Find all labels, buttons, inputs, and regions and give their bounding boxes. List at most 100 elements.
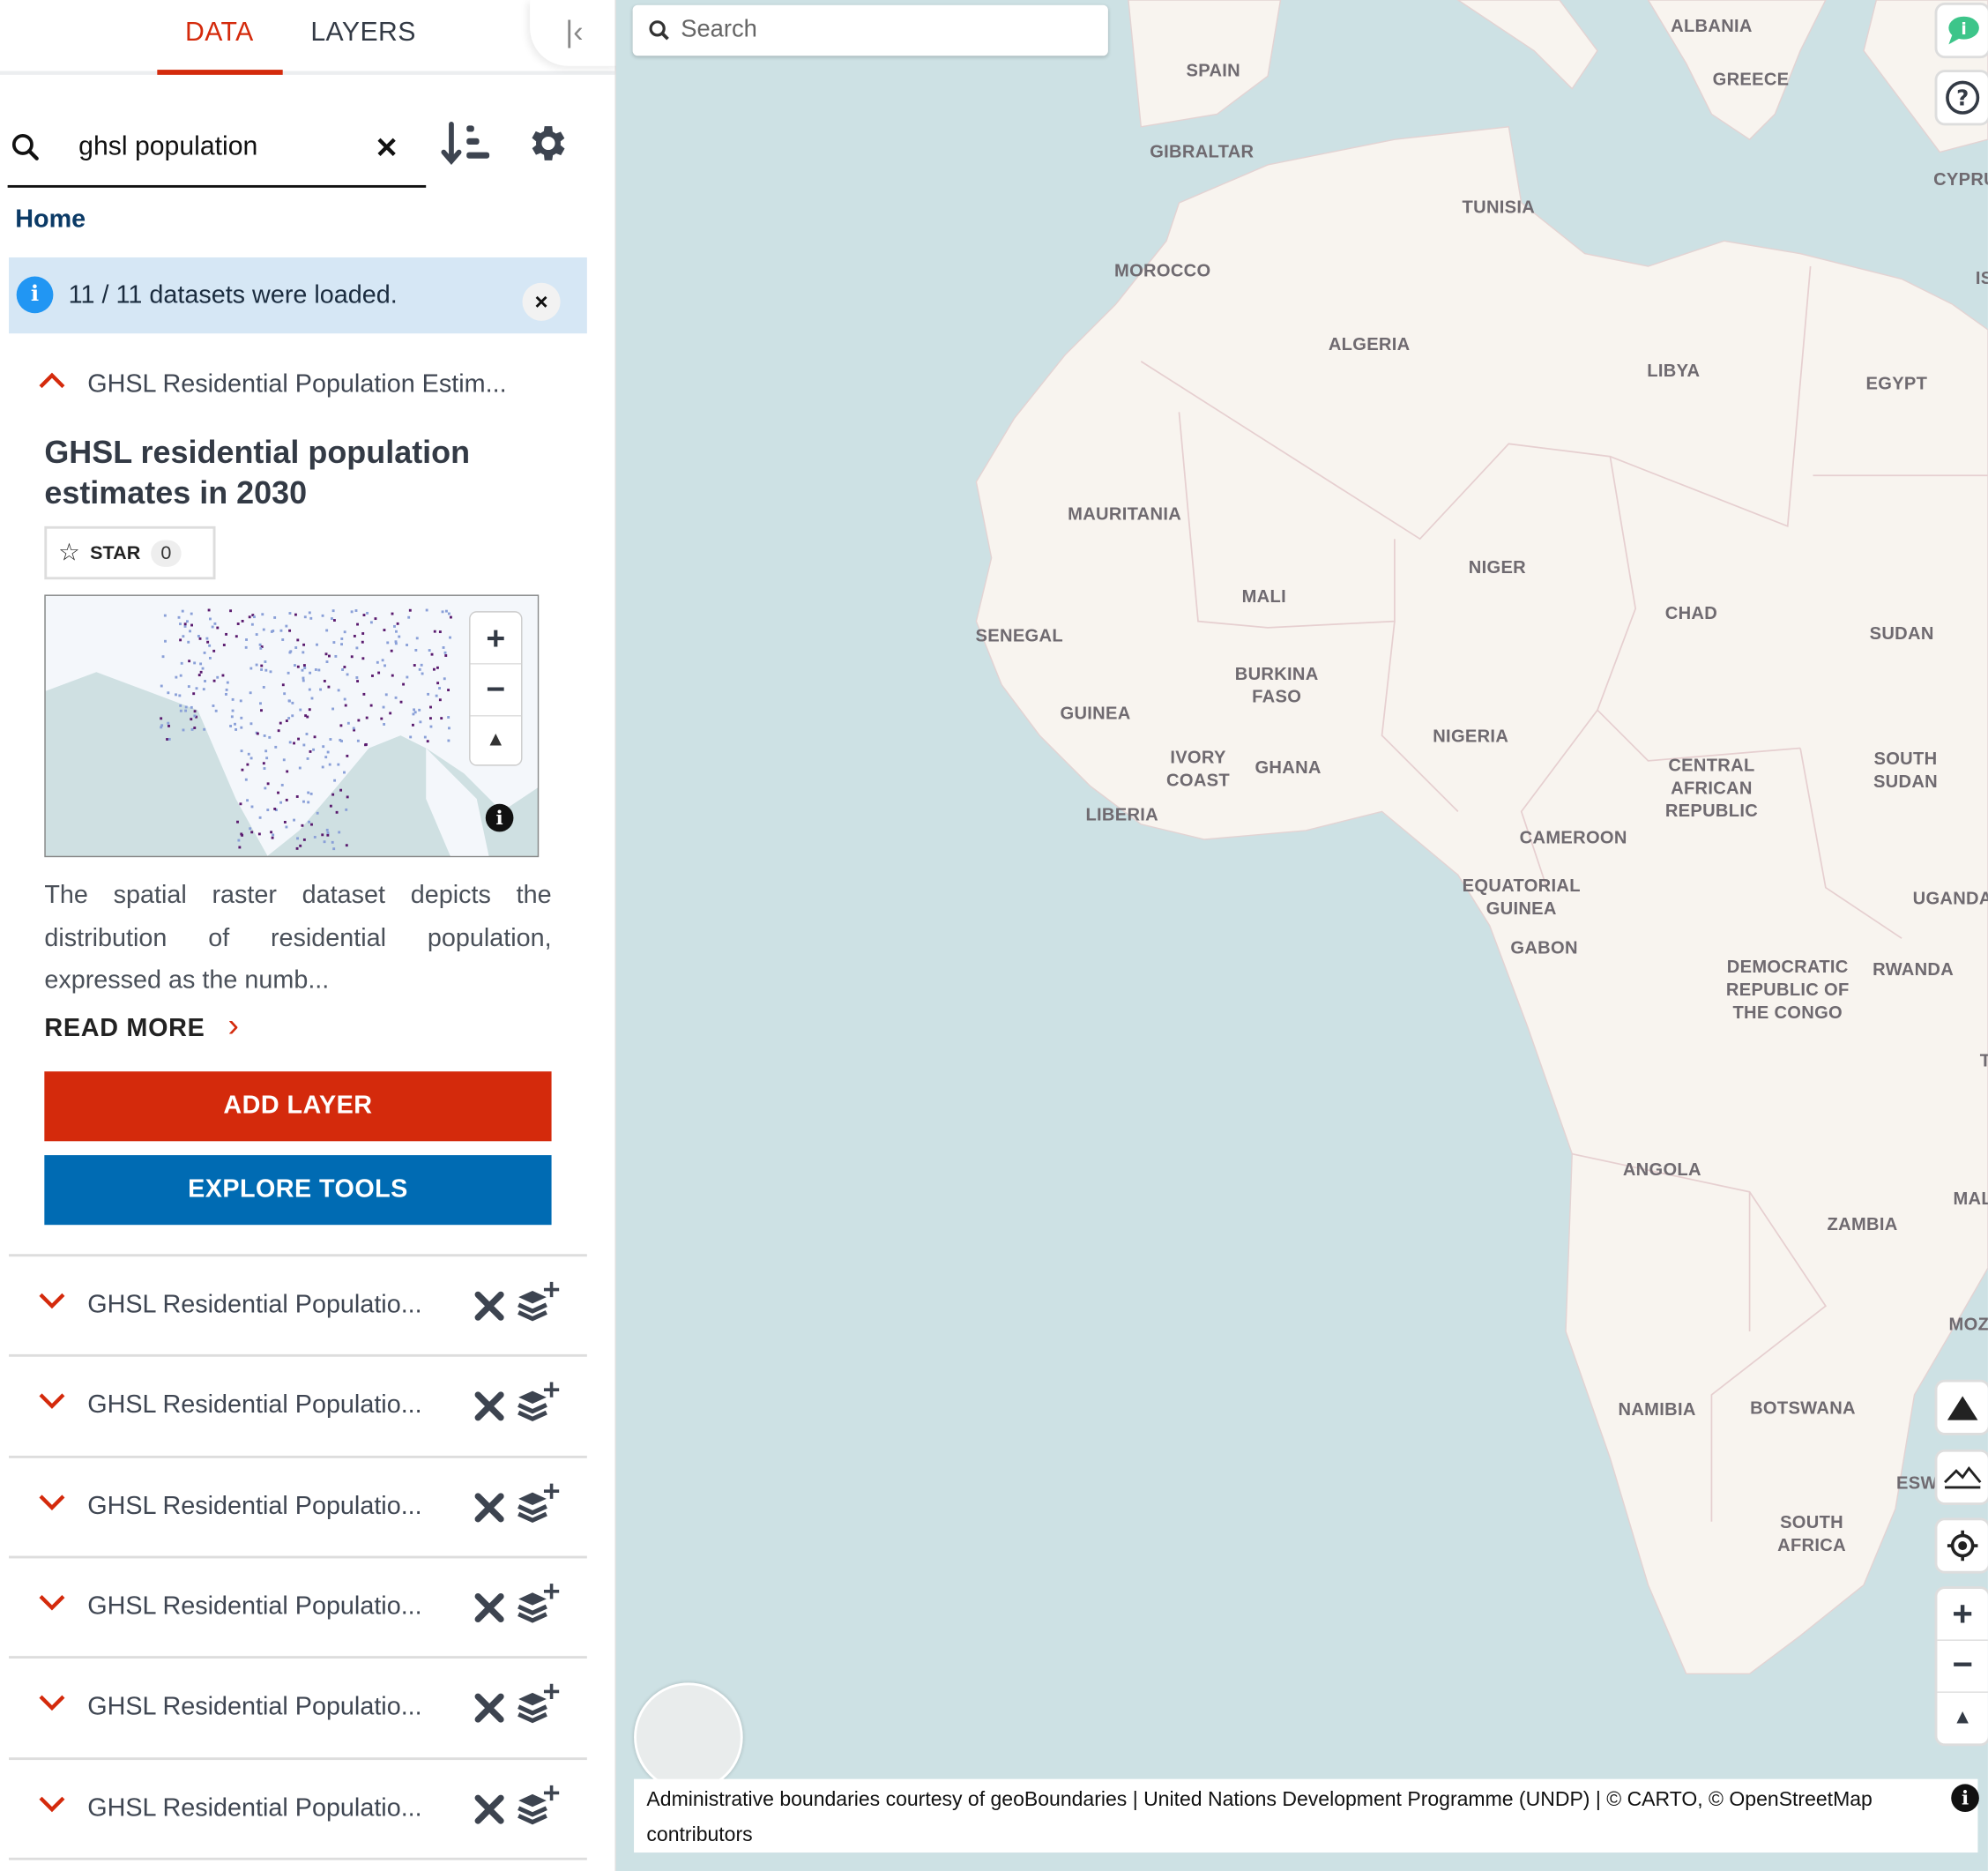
tools-icon[interactable] <box>473 1491 505 1524</box>
star-button[interactable]: ☆ STAR 0 <box>44 526 216 580</box>
dataset-label[interactable]: GHSL Residential Populatio... <box>87 1592 421 1621</box>
chevron-down-icon[interactable] <box>37 1591 68 1612</box>
population-pixel <box>184 705 188 709</box>
population-pixel <box>406 644 408 646</box>
3d-terrain-button[interactable] <box>1934 1449 1988 1506</box>
population-pixel <box>257 832 261 836</box>
dataset-description: The spatial raster dataset depicts the d… <box>44 881 552 995</box>
add-layer-icon[interactable] <box>516 1581 562 1624</box>
dataset-label[interactable]: GHSL Residential Populatio... <box>87 1793 421 1823</box>
population-pixel <box>316 811 319 815</box>
population-pixel <box>376 660 379 664</box>
dataset-label[interactable]: GHSL Residential Populatio... <box>87 1391 421 1420</box>
collapse-icon: |‹ <box>565 15 584 50</box>
tools-icon[interactable] <box>473 1692 505 1725</box>
population-pixel <box>263 734 266 737</box>
add-layer-button[interactable]: ADD LAYER <box>44 1071 552 1142</box>
chevron-down-icon[interactable] <box>37 1491 68 1511</box>
population-pixel <box>429 717 432 720</box>
datasets-loaded-notice: i 11 / 11 datasets were loaded. × <box>9 257 587 334</box>
country-label: IVORY COAST <box>1166 747 1230 790</box>
add-layer-icon[interactable] <box>516 1480 562 1524</box>
add-layer-icon[interactable] <box>516 1782 562 1825</box>
dataset-list-item[interactable]: GHSL Residential Populatio... <box>9 1354 587 1456</box>
population-pixel <box>294 646 298 649</box>
chevron-down-icon[interactable] <box>37 1290 68 1310</box>
explore-tools-button[interactable]: EXPLORE TOOLS <box>44 1155 552 1226</box>
chevron-up-icon[interactable] <box>37 370 68 391</box>
chevron-down-icon[interactable] <box>37 1390 68 1411</box>
dataset-list-item[interactable]: GHSL Residential Populatio... <box>9 1756 587 1858</box>
read-more-link[interactable]: READ MORE › <box>44 1005 239 1045</box>
population-pixel <box>164 639 167 643</box>
tab-layers[interactable]: LAYERS <box>310 18 416 48</box>
population-pixel <box>239 699 242 703</box>
population-pixel <box>343 630 346 634</box>
population-pixel <box>308 708 311 712</box>
population-pixel <box>255 633 258 637</box>
dataset-search-input[interactable]: ghsl population <box>7 114 427 188</box>
population-pixel <box>429 705 432 709</box>
zoom-in-button[interactable]: + <box>1937 1589 1988 1641</box>
zoom-out-button[interactable]: − <box>1937 1641 1988 1693</box>
mountain-icon <box>1947 1396 1978 1420</box>
attribution-info-icon[interactable]: i <box>1951 1784 1979 1813</box>
compass-icon[interactable]: ▲ <box>1937 1693 1988 1744</box>
population-pixel <box>250 622 254 626</box>
chevron-down-icon[interactable] <box>37 1793 68 1813</box>
tab-data[interactable]: DATA <box>185 18 254 48</box>
population-pixel <box>427 692 430 696</box>
population-pixel <box>182 635 185 638</box>
population-pixel <box>274 745 278 749</box>
dismiss-notice-button[interactable]: × <box>522 282 561 321</box>
add-layer-icon[interactable] <box>516 1681 562 1725</box>
tools-icon[interactable] <box>473 1591 505 1624</box>
map-search-input[interactable]: Search <box>632 4 1108 56</box>
dataset-preview-map[interactable]: + − ▲ i <box>44 594 540 858</box>
locate-button[interactable] <box>1934 1517 1988 1574</box>
population-pixel <box>435 694 438 697</box>
tools-icon[interactable] <box>473 1390 505 1423</box>
add-layer-icon[interactable] <box>516 1279 562 1323</box>
terrain-button[interactable] <box>1934 1379 1988 1435</box>
population-pixel <box>377 671 381 675</box>
expanded-dataset-header[interactable]: GHSL Residential Population Estim... <box>87 370 506 399</box>
population-pixel <box>180 661 183 665</box>
search-value[interactable]: ghsl population <box>78 132 257 163</box>
chevron-down-icon[interactable] <box>37 1692 68 1712</box>
map-canvas[interactable]: ALBANIA SPAIN GREECE GIBRALTAR CYPRU TUNISIA M… <box>615 0 1988 1871</box>
dataset-list-item[interactable]: GHSL Residential Populatio... <box>9 1555 587 1657</box>
population-pixel <box>327 685 331 689</box>
dataset-label[interactable]: GHSL Residential Populatio... <box>87 1291 421 1320</box>
population-pixel <box>308 688 311 691</box>
preview-zoom-in-button[interactable]: + <box>470 613 522 665</box>
tools-icon[interactable] <box>473 1793 505 1825</box>
population-pixel <box>282 758 286 762</box>
settings-gear-icon[interactable] <box>524 121 570 167</box>
sort-icon[interactable] <box>441 122 492 168</box>
add-layer-icon[interactable] <box>516 1380 562 1423</box>
collapse-sidebar-button[interactable]: |‹ <box>530 0 619 66</box>
clear-search-icon[interactable] <box>376 137 397 157</box>
population-pixel <box>273 808 277 810</box>
population-pixel <box>333 779 337 782</box>
population-pixel <box>322 745 325 749</box>
dataset-label[interactable]: GHSL Residential Populatio... <box>87 1492 421 1521</box>
dataset-list-item[interactable]: GHSL Residential Populatio... <box>9 1254 587 1355</box>
dataset-label[interactable]: GHSL Residential Populatio... <box>87 1693 421 1722</box>
population-pixel <box>382 705 385 709</box>
feedback-button[interactable]: i <box>1934 2 1988 59</box>
dataset-list-item[interactable]: GHSL Residential Populatio... <box>9 1656 587 1757</box>
population-pixel <box>374 617 377 621</box>
minimap[interactable] <box>634 1682 743 1793</box>
tools-icon[interactable] <box>473 1290 505 1323</box>
preview-zoom-out-button[interactable]: − <box>470 665 522 717</box>
breadcrumb-home[interactable]: Home <box>15 205 86 235</box>
population-pixel <box>341 668 345 671</box>
help-button[interactable]: ? <box>1934 70 1988 126</box>
preview-compass-icon[interactable]: ▲ <box>471 717 522 765</box>
dataset-list-item[interactable]: GHSL Residential Populatio... <box>9 1455 587 1556</box>
population-pixel <box>260 664 264 667</box>
preview-info-icon[interactable]: i <box>485 803 514 832</box>
svg-text:?: ? <box>1956 85 1969 110</box>
